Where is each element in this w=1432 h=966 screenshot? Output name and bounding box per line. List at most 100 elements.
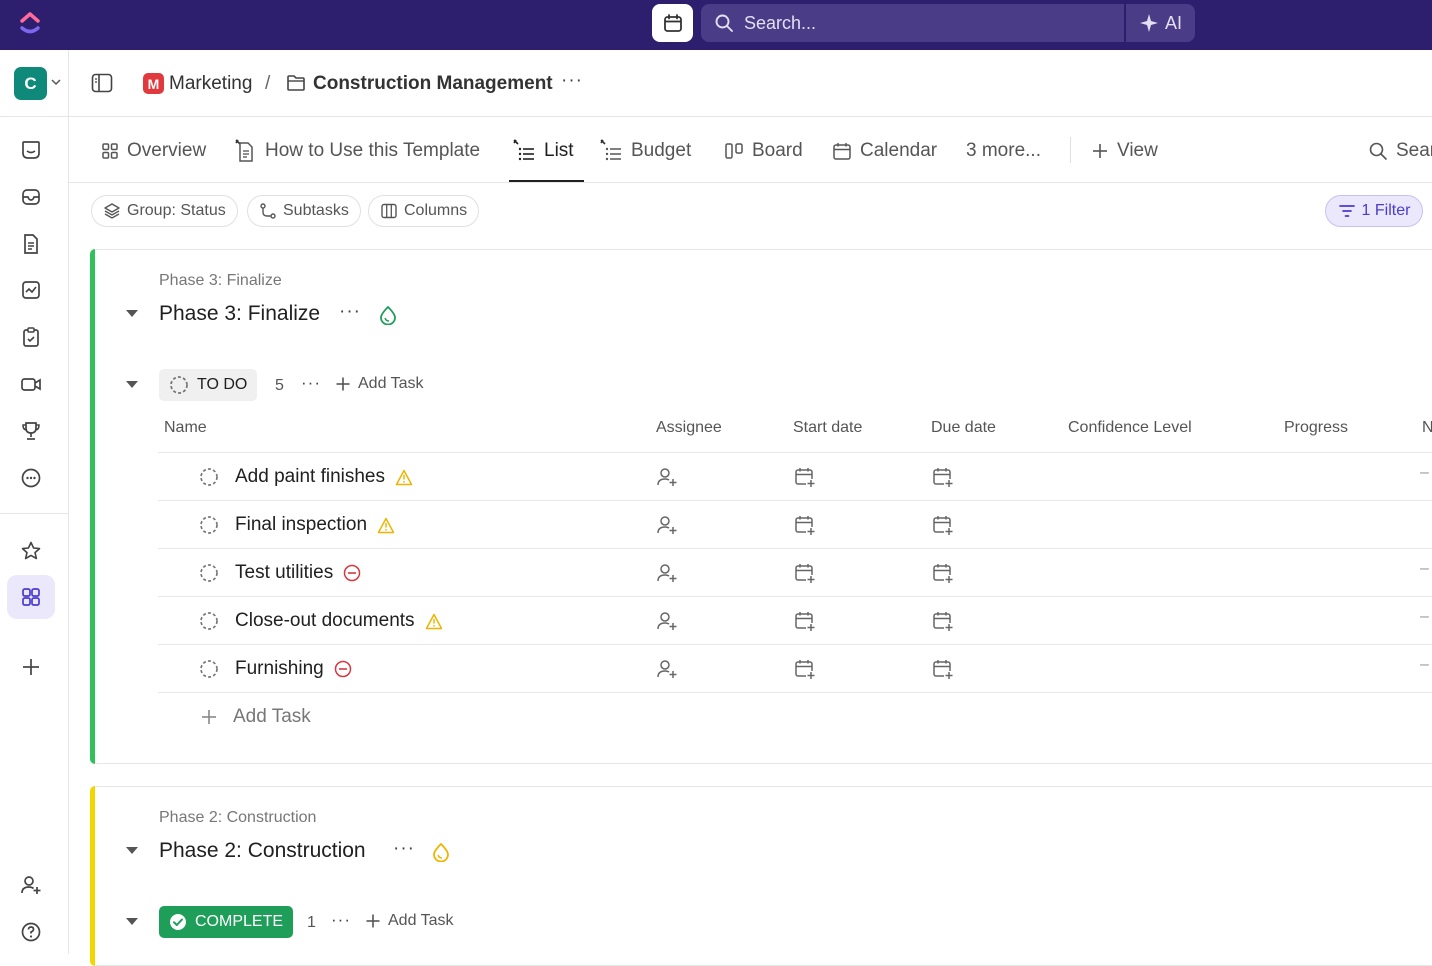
- task-name[interactable]: Close-out documents: [235, 610, 443, 632]
- status-more-button[interactable]: ···: [331, 910, 351, 930]
- tab-board[interactable]: Board: [724, 139, 803, 163]
- add-due-date-icon[interactable]: [932, 562, 954, 584]
- table-row[interactable]: Close-out documents –: [158, 596, 1432, 644]
- status-more-button[interactable]: ···: [301, 373, 321, 393]
- inbox-icon[interactable]: [19, 185, 43, 209]
- group-title[interactable]: Phase 3: Finalize: [159, 302, 320, 326]
- dashboards-icon[interactable]: [19, 278, 43, 302]
- ai-label: AI: [1164, 12, 1182, 33]
- table-row[interactable]: Test utilities –: [158, 548, 1432, 596]
- clickup-logo-icon[interactable]: [18, 11, 42, 37]
- column-header-assignee[interactable]: Assignee: [656, 419, 722, 437]
- drop-status-icon[interactable]: [378, 305, 398, 325]
- status-pill-complete[interactable]: COMPLETE: [159, 906, 294, 938]
- collapse-caret-icon[interactable]: [126, 381, 138, 388]
- task-name[interactable]: Test utilities: [235, 562, 361, 584]
- task-name-text: Add paint finishes: [235, 466, 385, 487]
- task-status-circle-icon[interactable]: [199, 563, 219, 583]
- add-due-date-icon[interactable]: [932, 610, 954, 632]
- breadcrumb-folder[interactable]: Construction Management: [313, 73, 553, 95]
- group-status-button[interactable]: Group: Status: [91, 195, 238, 227]
- chip-label: Subtasks: [283, 202, 349, 219]
- group-title[interactable]: Phase 2: Construction: [159, 839, 366, 863]
- collapse-caret-icon[interactable]: [126, 310, 138, 317]
- add-task-button[interactable]: Add Task: [365, 912, 454, 930]
- add-task-button[interactable]: Add Task: [335, 375, 424, 393]
- tab-overview[interactable]: Overview: [101, 139, 206, 163]
- column-header-name[interactable]: Name: [164, 419, 207, 437]
- add-assignee-icon[interactable]: [656, 610, 678, 632]
- table-row[interactable]: Furnishing –: [158, 644, 1432, 692]
- plus-icon[interactable]: [19, 655, 43, 679]
- global-search-input[interactable]: Search...: [701, 4, 1124, 42]
- group-more-button[interactable]: ···: [393, 838, 415, 860]
- invite-user-icon[interactable]: [19, 873, 43, 897]
- add-start-date-icon[interactable]: [794, 514, 816, 536]
- add-start-date-icon[interactable]: [794, 658, 816, 680]
- column-header-progress[interactable]: Progress: [1284, 419, 1348, 437]
- tab-budget[interactable]: Budget: [599, 139, 691, 163]
- chevron-down-icon[interactable]: [51, 77, 61, 87]
- filter-button[interactable]: 1 Filter: [1325, 195, 1423, 227]
- add-start-date-icon[interactable]: [794, 562, 816, 584]
- ai-button[interactable]: AI: [1126, 4, 1195, 42]
- task-status-circle-icon[interactable]: [199, 659, 219, 679]
- table-row[interactable]: Add paint finishes –: [158, 452, 1432, 500]
- task-name[interactable]: Add paint finishes: [235, 466, 413, 488]
- add-start-date-icon[interactable]: [794, 610, 816, 632]
- tab-how-to-use[interactable]: How to Use this Template: [233, 139, 480, 163]
- task-status-circle-icon[interactable]: [199, 467, 219, 487]
- add-assignee-icon[interactable]: [656, 466, 678, 488]
- docs-icon[interactable]: [19, 232, 43, 256]
- add-due-date-icon[interactable]: [932, 514, 954, 536]
- home-icon[interactable]: [19, 138, 43, 162]
- collapse-caret-icon[interactable]: [126, 918, 138, 925]
- space-avatar[interactable]: M: [143, 73, 164, 94]
- workspace-avatar[interactable]: C: [14, 67, 47, 100]
- column-header-start-date[interactable]: Start date: [793, 419, 862, 437]
- add-due-date-icon[interactable]: [932, 466, 954, 488]
- favorites-star-icon[interactable]: [19, 539, 43, 563]
- tab-more-views[interactable]: 3 more...: [966, 139, 1041, 163]
- tab-label: Sear: [1396, 140, 1432, 161]
- status-pill-todo[interactable]: TO DO: [159, 369, 258, 401]
- help-icon[interactable]: [19, 920, 43, 944]
- add-view-button[interactable]: View: [1091, 139, 1158, 163]
- breadcrumb-more-button[interactable]: ···: [561, 70, 583, 92]
- breadcrumb-space[interactable]: Marketing: [169, 73, 252, 95]
- task-status-circle-icon[interactable]: [199, 611, 219, 631]
- group-more-button[interactable]: ···: [339, 301, 361, 323]
- column-header-due-date[interactable]: Due date: [931, 419, 996, 437]
- add-start-date-icon[interactable]: [794, 466, 816, 488]
- tab-list[interactable]: List: [512, 139, 574, 163]
- view-search-button[interactable]: Sear: [1368, 139, 1432, 163]
- add-due-date-icon[interactable]: [932, 658, 954, 680]
- columns-button[interactable]: Columns: [368, 195, 480, 227]
- calendar-button[interactable]: [652, 4, 693, 42]
- clipboard-icon[interactable]: [19, 325, 43, 349]
- column-header-confidence-level[interactable]: Confidence Level: [1068, 419, 1192, 437]
- tab-calendar[interactable]: Calendar: [832, 139, 937, 163]
- group-subtitle: Phase 2: Construction: [159, 809, 317, 826]
- task-status-circle-icon[interactable]: [199, 515, 219, 535]
- column-header-more[interactable]: N: [1422, 419, 1432, 437]
- calendar-icon: [663, 14, 682, 32]
- more-circle-icon[interactable]: [19, 466, 43, 490]
- add-task-row-button[interactable]: Add Task: [201, 706, 311, 728]
- table-row[interactable]: Final inspection: [158, 500, 1432, 548]
- search-icon: [715, 14, 733, 32]
- subtasks-button[interactable]: Subtasks: [247, 195, 361, 227]
- goals-trophy-icon[interactable]: [19, 419, 43, 443]
- task-name[interactable]: Furnishing: [235, 658, 352, 680]
- collapse-caret-icon[interactable]: [126, 847, 138, 854]
- task-name[interactable]: Final inspection: [235, 514, 395, 536]
- add-assignee-icon[interactable]: [656, 658, 678, 680]
- sidebar-toggle-icon[interactable]: [91, 73, 113, 93]
- spaces-grid-icon[interactable]: [19, 585, 43, 609]
- drop-status-icon[interactable]: [431, 842, 451, 862]
- status-label: COMPLETE: [195, 913, 284, 930]
- clips-video-icon[interactable]: [19, 372, 43, 396]
- add-assignee-icon[interactable]: [656, 514, 678, 536]
- search-icon: [1369, 142, 1387, 160]
- add-assignee-icon[interactable]: [656, 562, 678, 584]
